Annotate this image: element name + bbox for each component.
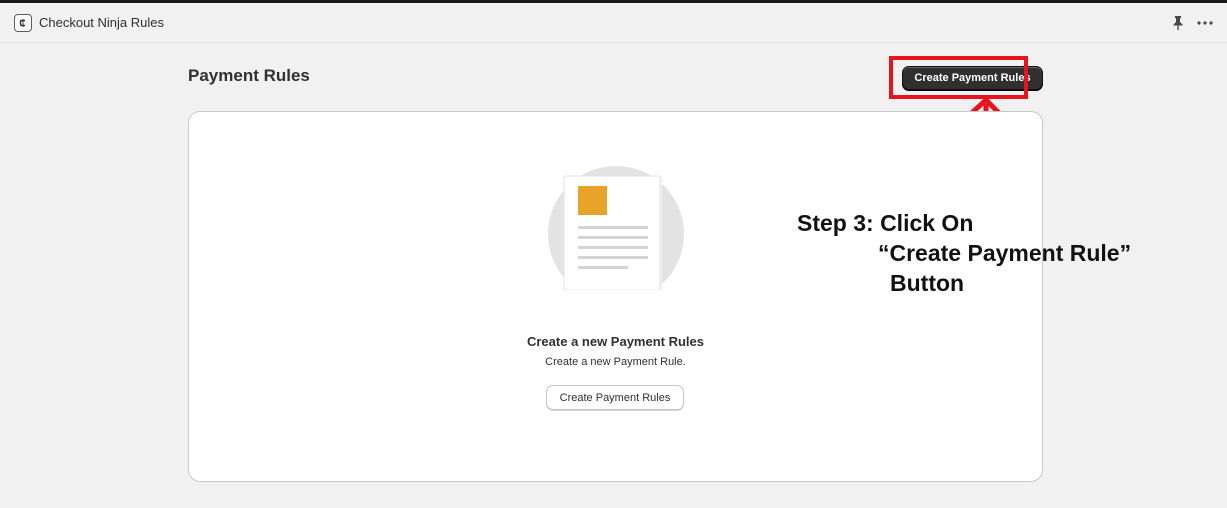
- app-title: Checkout Ninja Rules: [39, 15, 165, 30]
- annotation-text-line3: Button: [890, 270, 965, 296]
- empty-state-description: Create a new Payment Rule.: [545, 356, 686, 368]
- empty-state-create-button[interactable]: Create Payment Rules: [546, 385, 684, 410]
- create-payment-rules-button[interactable]: Create Payment Rules: [902, 66, 1043, 90]
- app-titlebar: Checkout Ninja Rules: [0, 3, 1227, 43]
- annotation-text-line1: Step 3: Click On: [797, 210, 974, 236]
- annotation-text-line2: “Create Payment Rule”: [878, 240, 1132, 266]
- pin-icon[interactable]: [1171, 15, 1185, 31]
- empty-state-heading: Create a new Payment Rules: [526, 334, 705, 349]
- more-options-icon[interactable]: [1196, 15, 1214, 31]
- app-logo-icon: [14, 14, 32, 32]
- page-title: Payment Rules: [188, 66, 310, 85]
- document-illustration-icon: [548, 166, 684, 290]
